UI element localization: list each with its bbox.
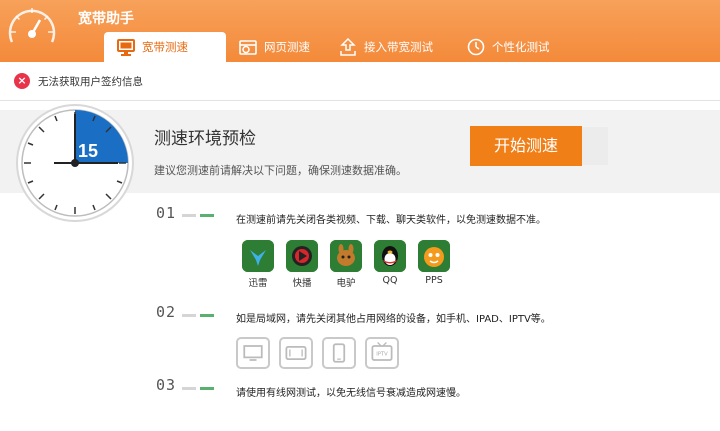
tab-bar: 宽带测速 网页测速 接入带宽测试 个性化测试 [104, 32, 564, 62]
step-text: 如是局域网，请先关闭其他占用网络的设备，如手机、IPAD、IPTV等。 [236, 314, 551, 325]
step-text: 请使用有线网测试，以免无线信号衰减造成网速慢。 [236, 388, 466, 399]
pretest-title: 测速环境预检 [154, 129, 256, 149]
upload-icon [340, 37, 356, 56]
timer-clock: 15 [16, 104, 134, 222]
xunlei-icon [242, 240, 274, 272]
step-number: 01 [156, 204, 177, 222]
app-label: PPS [425, 275, 443, 286]
monitor-icon [117, 39, 135, 56]
tab-webpage-speed[interactable]: 网页测速 [226, 32, 326, 62]
monitor-device-icon [236, 337, 270, 369]
tab-label: 宽带测速 [142, 40, 188, 54]
pps-icon [418, 240, 450, 272]
timer-value: 15 [78, 141, 98, 161]
tab-label: 网页测速 [264, 40, 310, 54]
tab-label: 接入带宽测试 [364, 40, 433, 54]
app-label: 快播 [292, 278, 312, 289]
phone-device-icon [322, 337, 356, 369]
edonkey-icon [330, 240, 362, 272]
step-number: 02 [156, 303, 177, 321]
app-item-kuaibo: 快播 [280, 240, 324, 289]
pretest-subtitle: 建议您测速前请解决以下问题，确保测速数据准确。 [154, 164, 407, 177]
browser-icon [239, 40, 257, 55]
button-shadow [582, 127, 608, 165]
app-item-edonkey: 电驴 [324, 240, 368, 289]
device-list: IPTV [236, 337, 408, 369]
close-circle-icon: × [14, 73, 30, 89]
app-item-xunlei: 迅雷 [236, 240, 280, 289]
app-label: 电驴 [336, 278, 356, 289]
app-title: 宽带助手 [78, 11, 134, 27]
app-label: QQ [382, 275, 398, 286]
alert-text: 无法获取用户签约信息 [38, 75, 143, 88]
tab-label: 个性化测试 [492, 40, 550, 54]
app-item-qq: QQ [368, 240, 412, 289]
tab-access-bandwidth[interactable]: 接入带宽测试 [326, 32, 454, 62]
app-list: 迅雷 快播 电驴 QQ PPS [236, 240, 456, 289]
app-label: 迅雷 [248, 278, 268, 289]
app-item-pps: PPS [412, 240, 456, 289]
step-text: 在测速前请先关闭各类视频、下载、聊天类软件，以免测速数据不准。 [236, 215, 546, 226]
tab-custom-test[interactable]: 个性化测试 [454, 32, 564, 62]
step-number: 03 [156, 376, 177, 394]
tab-broadband-speed[interactable]: 宽带测速 [104, 32, 226, 62]
kuaibo-icon [286, 240, 318, 272]
speedometer-logo-icon [8, 8, 56, 43]
iptv-device-icon: IPTV [365, 337, 399, 369]
svg-text:IPTV: IPTV [376, 352, 388, 358]
clock-icon [467, 38, 485, 56]
tablet-device-icon [279, 337, 313, 369]
start-test-button[interactable]: 开始测速 [470, 126, 582, 166]
alert-message: × 无法获取用户签约信息 [14, 72, 143, 90]
qq-icon [374, 240, 406, 272]
